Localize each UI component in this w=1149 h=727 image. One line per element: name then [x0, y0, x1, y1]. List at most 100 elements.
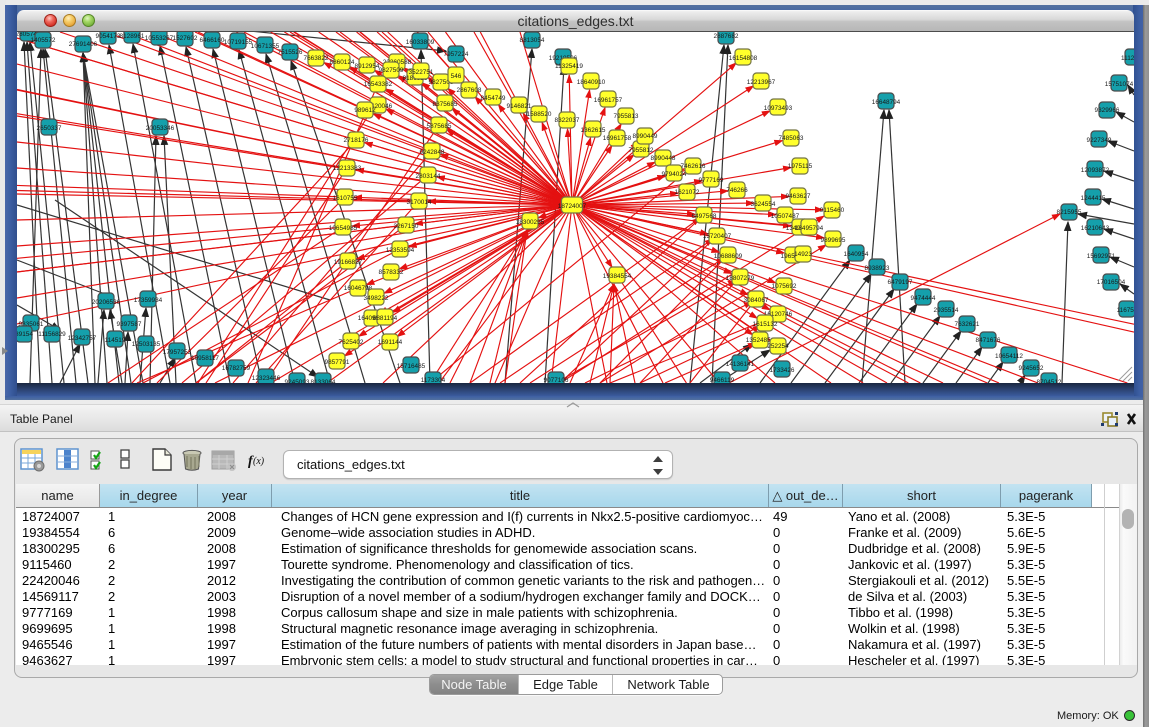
svg-text:6466160: 6466160 [200, 37, 225, 44]
svg-text:20206536: 20206536 [92, 299, 121, 306]
svg-text:15692971: 15692971 [1087, 253, 1116, 260]
svg-text:746266: 746266 [726, 187, 748, 194]
svg-text:10719155: 10719155 [224, 39, 253, 46]
svg-text:3624554: 3624554 [751, 201, 776, 208]
svg-text:(x): (x) [253, 456, 265, 467]
svg-text:17957253: 17957253 [163, 349, 192, 356]
svg-text:8322037: 8322037 [555, 117, 580, 124]
svg-text:9474444: 9474444 [911, 295, 936, 302]
svg-text:2887682: 2887682 [714, 33, 739, 40]
svg-text:16961757: 16961757 [594, 97, 623, 104]
svg-text:8813054: 8813054 [520, 37, 545, 44]
svg-text:39154: 39154 [17, 331, 33, 338]
svg-text:16961758: 16961758 [603, 135, 632, 142]
svg-text:7485063: 7485063 [779, 135, 804, 142]
svg-text:6479197: 6479197 [888, 279, 913, 286]
svg-text:9397587: 9397587 [117, 321, 142, 328]
svg-text:1362615: 1362615 [581, 127, 606, 134]
svg-text:7625402: 7625402 [339, 339, 364, 346]
svg-text:18300295: 18300295 [516, 219, 545, 226]
svg-text:11156829: 11156829 [38, 331, 66, 338]
svg-text:18640910: 18640910 [577, 79, 606, 86]
svg-text:9466119: 9466119 [710, 377, 735, 383]
svg-text:1691144: 1691144 [378, 339, 403, 346]
svg-text:10973493: 10973493 [764, 105, 793, 112]
svg-text:2650337: 2650337 [37, 125, 62, 132]
svg-text:1615132: 1615132 [753, 321, 778, 328]
svg-text:8990449: 8990449 [633, 133, 658, 140]
svg-text:12503135: 12503135 [132, 341, 161, 348]
svg-text:7957224: 7957224 [444, 51, 469, 58]
svg-text:9227349: 9227349 [1087, 137, 1112, 144]
svg-text:3498222: 3498222 [364, 295, 389, 302]
svg-text:15751074: 15751074 [1105, 81, 1134, 88]
svg-text:9777169: 9777169 [699, 177, 724, 184]
svg-text:8938923: 8938923 [865, 265, 890, 272]
svg-text:7955812: 7955812 [629, 147, 654, 154]
svg-text:1173304: 1173304 [421, 377, 446, 383]
svg-text:10671355: 10671355 [251, 43, 280, 50]
svg-text:17359934: 17359934 [134, 297, 163, 304]
svg-text:20053346: 20053346 [146, 125, 175, 132]
svg-text:7632621: 7632621 [955, 321, 980, 328]
svg-text:9857791: 9857791 [325, 359, 350, 366]
svg-text:1527602: 1527602 [173, 35, 198, 42]
svg-text:989612: 989612 [354, 107, 376, 114]
svg-text:16033809: 16033809 [406, 39, 435, 46]
svg-text:116753: 116753 [1117, 307, 1134, 314]
svg-text:17016504: 17016504 [1097, 279, 1126, 286]
svg-text:27691406: 27691406 [69, 41, 98, 48]
svg-text:8860124: 8860124 [330, 59, 355, 66]
svg-text:6497568: 6497568 [692, 213, 717, 220]
svg-text:12353594: 12353594 [386, 247, 415, 254]
svg-text:9329966: 9329966 [1095, 107, 1120, 114]
svg-text:16154808: 16154808 [729, 55, 758, 62]
svg-text:11325419: 11325419 [555, 63, 583, 70]
svg-text:1244415: 1244415 [1081, 195, 1106, 202]
svg-text:12342757: 12342757 [68, 335, 97, 342]
svg-text:19384554: 19384554 [603, 273, 632, 280]
svg-text:14923: 14923 [794, 251, 812, 258]
svg-text:16782759: 16782759 [222, 365, 251, 372]
svg-text:2718176: 2718176 [344, 137, 369, 144]
svg-text:1075692: 1075692 [772, 283, 797, 290]
svg-text:9899695: 9899695 [821, 237, 846, 244]
svg-text:18807279: 18807279 [726, 275, 755, 282]
svg-text:1733426: 1733426 [770, 367, 795, 374]
svg-text:16543382: 16543382 [364, 81, 393, 88]
svg-text:252254: 252254 [767, 343, 789, 350]
svg-text:2935514: 2935514 [934, 307, 959, 314]
svg-text:10688609: 10688609 [714, 253, 743, 260]
svg-text:7515526: 7515526 [278, 49, 303, 56]
svg-text:1621072: 1621072 [675, 189, 700, 196]
svg-text:7955813: 7955813 [614, 113, 639, 120]
svg-text:6881194: 6881194 [373, 315, 398, 322]
svg-text:9827509: 9827509 [379, 67, 404, 74]
svg-text:15720407: 15720407 [703, 233, 732, 240]
svg-text:8912954: 8912954 [355, 63, 380, 70]
svg-text:18724007: 18724007 [558, 203, 587, 210]
svg-text:7462616: 7462616 [681, 163, 706, 170]
svg-text:16210643: 16210643 [1081, 225, 1110, 232]
svg-text:3084067: 3084067 [744, 297, 769, 304]
svg-text:19166827: 19166827 [334, 259, 363, 266]
svg-text:12213383: 12213383 [333, 165, 362, 172]
svg-text:546: 546 [451, 73, 462, 80]
svg-text:2867608: 2867608 [457, 87, 482, 94]
svg-text:10654112: 10654112 [995, 353, 1023, 360]
svg-text:9054173: 9054173 [96, 33, 121, 40]
svg-text:8704512: 8704512 [1037, 379, 1062, 383]
svg-text:1640954: 1640954 [844, 251, 869, 258]
svg-text:16648794: 16648794 [872, 99, 901, 106]
svg-text:9463627: 9463627 [786, 193, 811, 200]
svg-text:8133064: 8133064 [311, 379, 336, 383]
svg-text:9146821: 9146821 [507, 103, 532, 110]
svg-text:3170014: 3170014 [407, 199, 432, 206]
svg-text:8128961: 8128961 [120, 33, 145, 40]
svg-text:8454749: 8454749 [481, 95, 506, 102]
svg-text:2803144: 2803144 [416, 173, 441, 180]
svg-text:1588520: 1588520 [527, 111, 552, 118]
svg-text:1975115: 1975115 [788, 163, 813, 170]
svg-text:10553267: 10553267 [145, 35, 174, 42]
svg-text:8215955: 8215955 [1057, 209, 1082, 216]
